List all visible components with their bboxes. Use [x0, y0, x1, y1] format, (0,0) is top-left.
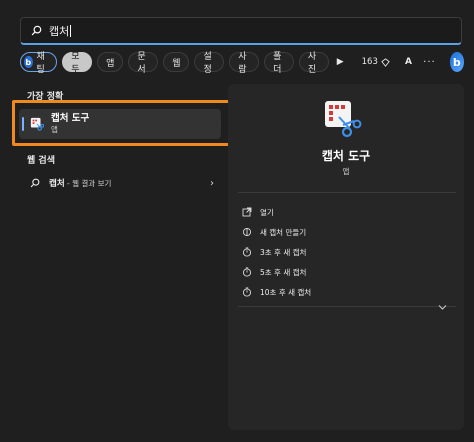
action-snip-5s[interactable]: 5초 후 새 캡처: [242, 264, 306, 280]
web-search-result[interactable]: 캡처 - 웹 결과 보기 ›: [30, 176, 214, 190]
filter-documents[interactable]: 문서: [128, 52, 159, 75]
chevron-down-icon[interactable]: [438, 304, 447, 311]
search-icon: [30, 178, 40, 188]
divider: [238, 306, 456, 307]
chat-chip[interactable]: b 채팅: [20, 52, 58, 75]
search-query: 캡처: [49, 24, 72, 38]
filter-all[interactable]: 모두: [62, 52, 93, 75]
search-input[interactable]: 캡처: [20, 17, 462, 45]
bing-icon[interactable]: b: [449, 52, 464, 72]
web-search-heading: 웹 검색: [27, 156, 55, 166]
filter-settings[interactable]: 설정: [194, 52, 225, 75]
filter-bar: b 채팅 모두 앱 문서 웹 설정 사람 폴더 사진 ▶ 163 A ··· b: [20, 52, 464, 75]
filter-folders[interactable]: 폴더: [264, 52, 294, 75]
open-icon: [242, 207, 252, 217]
account-avatar[interactable]: A: [404, 56, 413, 69]
snipping-tool-large-icon: [325, 101, 362, 138]
divider: [238, 192, 456, 193]
rewards-icon: [381, 57, 390, 67]
app-title: 캡처 도구: [321, 149, 371, 163]
timer-icon: [242, 247, 252, 257]
filter-web[interactable]: 웹: [163, 52, 190, 72]
bing-chat-icon: b: [24, 56, 33, 68]
snip-icon: [242, 227, 252, 237]
scroll-right-icon[interactable]: ▶: [337, 57, 344, 67]
web-search-text: 캡처 - 웹 결과 보기: [49, 179, 112, 189]
timer-icon: [242, 267, 252, 277]
more-options-icon[interactable]: ···: [423, 57, 436, 68]
chevron-right-icon[interactable]: ›: [210, 178, 214, 189]
action-snip-10s[interactable]: 10초 후 새 캡처: [242, 284, 311, 300]
search-icon: [31, 25, 42, 36]
orange-highlight-annotation: [12, 100, 232, 146]
filter-people[interactable]: 사람: [229, 52, 260, 75]
action-new-snip[interactable]: 새 캡처 만들기: [242, 224, 306, 240]
rewards-points[interactable]: 163: [362, 57, 390, 67]
app-details-panel: 캡처 도구 앱 열기 새 캡처 만들기 3초 후 새 캡처 5초 후 새 캡처 …: [228, 84, 464, 430]
start-search-window: 캡처 b 채팅 모두 앱 문서 웹 설정 사람 폴더 사진 ▶ 163 A ··…: [0, 0, 474, 442]
filter-photos[interactable]: 사진: [298, 52, 329, 75]
action-open[interactable]: 열기: [242, 204, 274, 220]
timer-icon: [242, 287, 252, 297]
filter-apps[interactable]: 앱: [97, 52, 124, 72]
app-type: 앱: [342, 167, 350, 176]
chat-chip-label: 채팅: [36, 52, 45, 75]
action-snip-3s[interactable]: 3초 후 새 캡처: [242, 244, 306, 260]
